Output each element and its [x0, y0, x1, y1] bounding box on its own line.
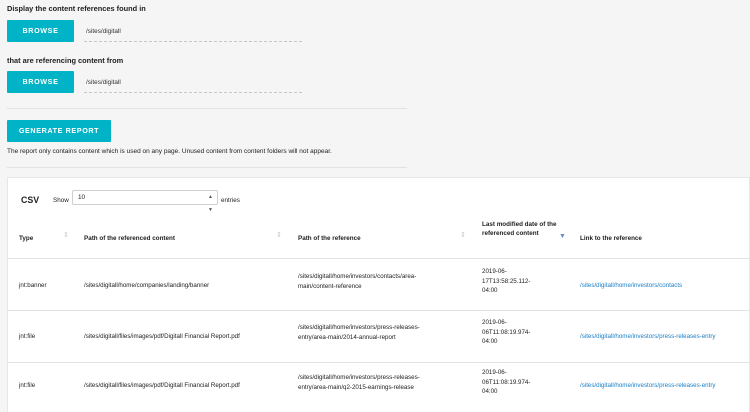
found-in-label: Display the content references found in: [7, 4, 146, 13]
divider: [7, 167, 407, 168]
csv-export-button[interactable]: CSV: [21, 195, 39, 205]
column-header-reference[interactable]: Path of the reference: [298, 234, 361, 243]
row2-type: jnt:file: [19, 333, 36, 340]
referencing-label: that are referencing content from: [7, 56, 124, 65]
report-note: The report only contains content which i…: [7, 148, 332, 155]
row1-type: jnt:banner: [19, 282, 47, 289]
header-divider: [8, 258, 749, 259]
column-header-link[interactable]: Link to the reference: [580, 234, 642, 243]
sort-icon[interactable]: ⇕: [63, 231, 69, 239]
entries-label: entries: [221, 197, 240, 204]
row1-referenced-content: /sites/digitall/home/companies/landing/b…: [84, 282, 210, 289]
divider: [7, 108, 407, 109]
column-header-referenced-content[interactable]: Path of the referenced content: [84, 234, 175, 243]
column-header-last-modified[interactable]: Last modified date of the referenced con…: [482, 220, 562, 238]
row3-type: jnt:file: [19, 382, 36, 389]
row2-reference-link[interactable]: /sites/digitall/home/investors/press-rel…: [580, 332, 716, 342]
row1-modified-date: 2019-06- 17T13:58:25.112- 04:00: [482, 268, 531, 294]
row2-referenced-content: /sites/digitall/files/images/pdf/Digital…: [84, 333, 240, 340]
row3-reference: /sites/digitall/home/investors/press-rel…: [298, 374, 420, 391]
browse-referencing-button[interactable]: BROWSE: [7, 71, 74, 93]
entries-select[interactable]: 10 ▲ ▼: [72, 190, 218, 213]
show-label: Show: [53, 197, 69, 204]
column-header-type[interactable]: Type: [19, 234, 33, 243]
select-caret-icon: ▲ ▼: [208, 194, 213, 213]
row3-reference-link[interactable]: /sites/digitall/home/investors/press-rel…: [580, 381, 716, 391]
referencing-path-field[interactable]: /sites/digitall: [84, 77, 302, 93]
browse-found-in-button[interactable]: BROWSE: [7, 20, 74, 42]
sort-desc-icon[interactable]: ▼: [559, 233, 566, 240]
row3-modified-date: 2019-06- 06T11:08:19.974- 04:00: [482, 369, 531, 395]
results-card: CSV Show 10 ▲ ▼ entries Type ⇕ Path of th…: [7, 177, 750, 412]
row-divider: [8, 310, 749, 311]
row-divider: [8, 362, 749, 363]
row3-referenced-content: /sites/digitall/files/images/pdf/Digital…: [84, 382, 240, 389]
row2-reference: /sites/digitall/home/investors/press-rel…: [298, 324, 420, 341]
row1-reference: /sites/digitall/home/investors/contacts/…: [298, 273, 417, 290]
found-in-path-field[interactable]: /sites/digitall: [84, 26, 302, 42]
sort-icon[interactable]: ⇕: [460, 231, 466, 239]
generate-report-button[interactable]: GENERATE REPORT: [7, 120, 111, 142]
entries-select-value: 10: [78, 194, 86, 201]
sort-icon[interactable]: ⇕: [276, 231, 282, 239]
row1-reference-link[interactable]: /sites/digitall/home/investors/contacts: [580, 281, 682, 291]
row2-modified-date: 2019-06- 06T11:08:19.974- 04:00: [482, 319, 531, 345]
